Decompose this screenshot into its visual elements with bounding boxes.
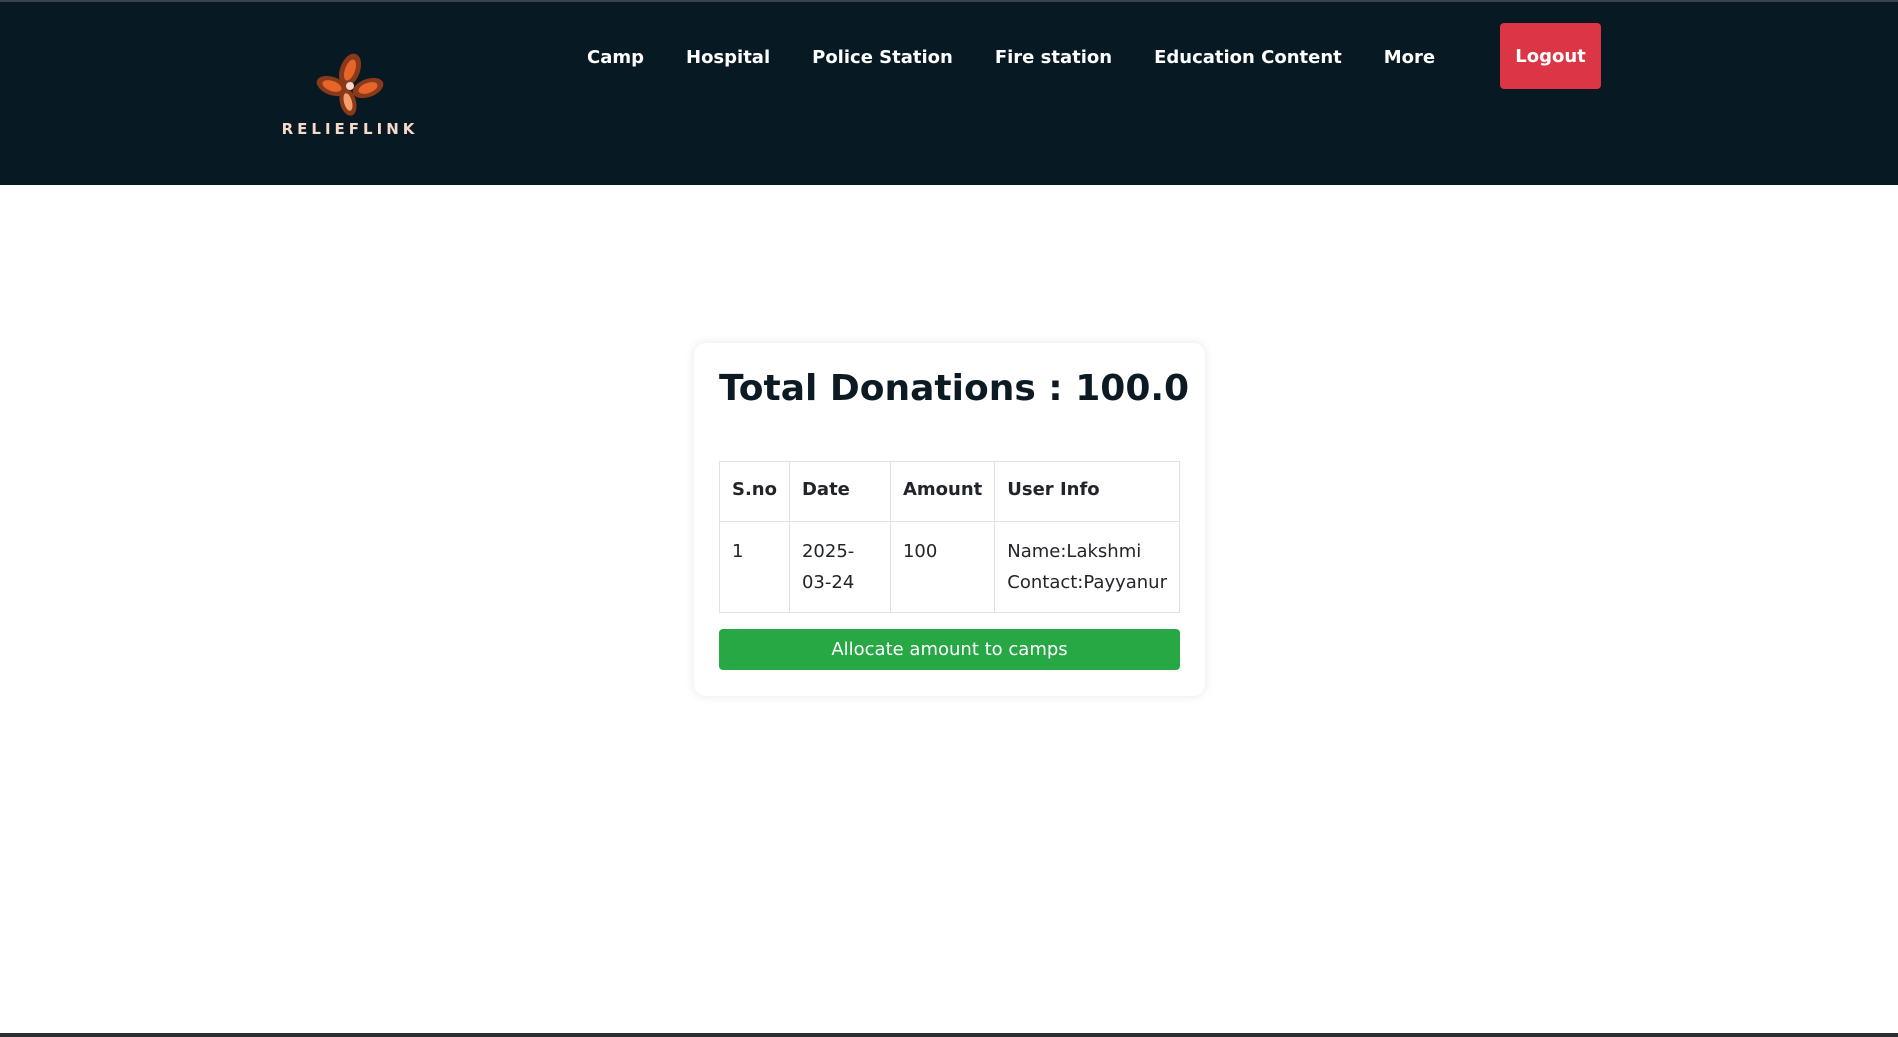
nav-education-content[interactable]: Education Content — [1133, 44, 1363, 71]
cell-sno: 1 — [719, 521, 790, 613]
navbar: RELIEFLINK Camp Hospital Police Station … — [0, 2, 1898, 185]
logo-wordmark: RELIEFLINK — [281, 120, 419, 138]
donations-card: Total Donations : 100.0 S.no Date Amount… — [694, 343, 1205, 696]
column-header-user-info: User Info — [994, 461, 1180, 522]
logo[interactable]: RELIEFLINK — [280, 50, 420, 142]
table-row: 1 2025-03-24 100 Name:Lakshmi Contact:Pa… — [719, 521, 1180, 613]
logout-button[interactable]: Logout — [1500, 23, 1601, 89]
page-title: Total Donations : 100.0 — [719, 368, 1190, 409]
user-name: Name:Lakshmi — [1007, 541, 1142, 562]
column-header-amount: Amount — [889, 461, 996, 522]
donations-table: S.no Date Amount User Info 1 2025-03-24 … — [719, 461, 1180, 613]
nav-fire-station[interactable]: Fire station — [974, 44, 1133, 71]
column-header-date: Date — [788, 461, 891, 522]
nav-hospital[interactable]: Hospital — [665, 44, 791, 71]
main-nav: Camp Hospital Police Station Fire statio… — [566, 44, 1456, 71]
cell-date: 2025-03-24 — [788, 521, 891, 613]
nav-more[interactable]: More — [1363, 44, 1456, 71]
cell-user-info: Name:Lakshmi Contact:Payyanur — [994, 521, 1180, 613]
bottom-border — [0, 1033, 1898, 1037]
user-contact: Contact:Payyanur — [1007, 572, 1167, 593]
nav-camp[interactable]: Camp — [566, 44, 665, 71]
cell-amount: 100 — [889, 521, 996, 613]
table-header-row: S.no Date Amount User Info — [719, 461, 1180, 522]
flower-logo-icon — [316, 53, 384, 116]
allocate-button[interactable]: Allocate amount to camps — [719, 629, 1180, 670]
page: RELIEFLINK Camp Hospital Police Station … — [0, 0, 1898, 1037]
nav-police-station[interactable]: Police Station — [791, 44, 974, 71]
column-header-sno: S.no — [719, 461, 790, 522]
